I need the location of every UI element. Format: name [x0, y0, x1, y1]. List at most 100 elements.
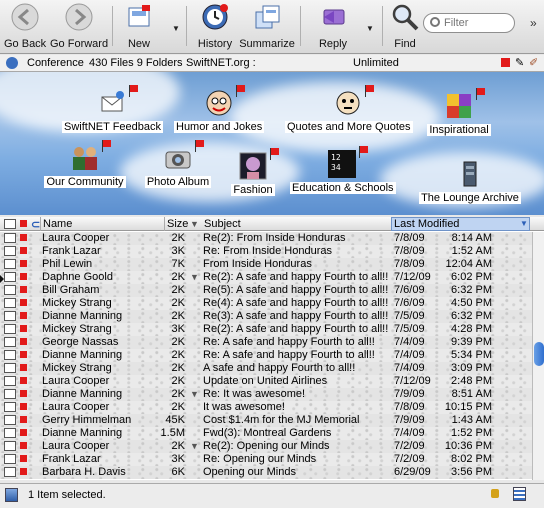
sender-name: Mickey Strang	[42, 362, 112, 374]
message-row[interactable]: George Nassas 2K Re: A safe and happy Fou…	[0, 336, 532, 349]
toolbar-overflow-icon[interactable]: »	[530, 16, 537, 30]
folder-label: Humor and Jokes	[174, 121, 265, 133]
inspirational-icon	[443, 88, 485, 122]
type-column-icon[interactable]	[4, 219, 16, 229]
message-row[interactable]: Barbara H. Davis 6K Opening our Minds 6/29…	[0, 466, 532, 479]
sender-name: Laura Cooper	[42, 375, 110, 387]
message-row[interactable]: Laura Cooper 2K Update on United Airlines 7…	[0, 375, 532, 388]
modified-time: 8:02 PM	[451, 453, 492, 465]
sender-name: Daphne Goold	[42, 271, 113, 283]
sort-descending-icon[interactable]: ▼	[520, 219, 528, 228]
column-divider	[40, 217, 41, 231]
thread-toggle-icon[interactable]: ▼	[190, 219, 199, 229]
message-row[interactable]: Daphne Goold 2K ▼ Re(2): A safe and happy F…	[0, 271, 532, 284]
message-row[interactable]: Laura Cooper 2K ▼ Re(2): Opening our Minds 7…	[0, 440, 532, 453]
filter-input[interactable]	[444, 16, 510, 30]
message-size: 2K	[171, 284, 185, 296]
size-column-header[interactable]: Size	[167, 218, 188, 230]
message-type-icon	[4, 389, 16, 399]
folder-fashion[interactable]: Fashion	[228, 148, 279, 196]
flag-icon	[270, 148, 279, 160]
message-row[interactable]: Dianne Manning 2K Re(3): A safe and happy…	[0, 310, 532, 323]
message-subject: Re: A safe and happy Fourth to all!!	[203, 336, 375, 348]
edit-icon[interactable]: ✐	[529, 56, 538, 69]
folder-label: Education & Schools	[290, 182, 396, 194]
message-row[interactable]: Dianne Manning 1.5M Fwd(3): Montreal Garde…	[0, 427, 532, 440]
message-row[interactable]: Frank Lazar 3K Re: Opening our Minds 7/2/0…	[0, 453, 532, 466]
message-type-icon	[4, 454, 16, 464]
conference-label: Conference	[27, 57, 84, 69]
pencil-icon[interactable]: ✎	[515, 56, 524, 69]
history-button[interactable]: History	[196, 2, 234, 52]
thread-expand-icon[interactable]: ▼	[190, 388, 199, 401]
folder-swiftnet-feedback[interactable]: SwiftNET Feedback	[62, 85, 164, 133]
message-row[interactable]: Mickey Strang 3K Re(2): A safe and happy …	[0, 323, 532, 336]
message-row[interactable]: Mickey Strang 2K Re(4): A safe and happy …	[0, 297, 532, 310]
modified-time: 6:32 PM	[451, 310, 492, 322]
message-size: 1.5M	[160, 427, 185, 439]
message-subject: Re(2): A safe and happy Fourth to all!!	[203, 323, 389, 335]
message-row[interactable]: Laura Cooper 2K Re(2): From Inside Hondur…	[0, 232, 532, 245]
message-size: 2K	[171, 310, 185, 322]
folder-label: SwiftNET Feedback	[62, 121, 164, 133]
modified-time: 12:04 AM	[445, 258, 492, 270]
message-row[interactable]: Bill Graham 2K Re(5): A safe and happy Fo…	[0, 284, 532, 297]
reply-button[interactable]: Reply	[313, 2, 353, 52]
folder-humor-and-jokes[interactable]: Humor and Jokes	[174, 85, 265, 133]
reply-arrow-icon	[323, 9, 345, 25]
new-document-icon	[128, 5, 150, 27]
go-back-button[interactable]: Go Back	[4, 2, 46, 52]
message-row[interactable]: Laura Cooper 2K It was awesome! 7/8/09 10:1…	[0, 401, 532, 414]
summarize-button[interactable]: Summarize	[239, 2, 295, 52]
message-row[interactable]: Phil Lewin 7K From Inside Honduras 7/8/09 1…	[0, 258, 532, 271]
flag-icon[interactable]	[501, 58, 510, 67]
folder-education-and-schools[interactable]: 12 34 Education & Schools	[290, 146, 396, 194]
message-row[interactable]: Mickey Strang 2K A safe and happy Fourth …	[0, 362, 532, 375]
message-rows: Laura Cooper 2K Re(2): From Inside Hondur…	[0, 232, 532, 479]
subject-column-header[interactable]: Subject	[204, 218, 241, 230]
modified-date: 7/8/09	[394, 245, 425, 257]
go-forward-button[interactable]: Go Forward	[50, 2, 108, 52]
find-button[interactable]: Find	[388, 2, 422, 52]
folder-the-lounge-archive[interactable]: The Lounge Archive	[418, 158, 522, 204]
flag-icon	[364, 85, 374, 97]
message-type-icon	[4, 350, 16, 360]
message-row[interactable]: Dianne Manning 2K ▼ Re: It was awesome! 7/9/…	[0, 388, 532, 401]
modified-date: 7/4/09	[394, 427, 425, 439]
folder-photo-album[interactable]: Photo Album	[143, 140, 213, 188]
modified-time: 3:56 PM	[451, 466, 492, 478]
folder-inspirational[interactable]: Inspirational	[424, 88, 494, 136]
last-modified-column-header[interactable]: Last Modified	[394, 218, 459, 230]
row-pointer-icon	[0, 275, 4, 283]
list-view-icon[interactable]	[513, 487, 526, 501]
vertical-scrollbar[interactable]	[532, 232, 544, 480]
new-dropdown-icon[interactable]: ▼	[172, 24, 180, 33]
name-column-header[interactable]: Name	[43, 218, 72, 230]
message-size: 45K	[165, 414, 185, 426]
flag-icon	[20, 429, 27, 436]
message-row[interactable]: Gerry Himmelman 45K Cost $1.4m for the MJ …	[0, 414, 532, 427]
message-row[interactable]: Dianne Manning 2K Re: A safe and happy Fo…	[0, 349, 532, 362]
sender-name: Bill Graham	[42, 284, 100, 296]
modified-time: 5:34 PM	[451, 349, 492, 361]
thread-expand-icon[interactable]: ▼	[190, 271, 199, 284]
view-toggle-icon[interactable]	[5, 488, 18, 502]
flag-column-icon[interactable]	[20, 220, 27, 227]
folder-our-community[interactable]: Our Community	[40, 140, 130, 188]
flag-icon	[20, 455, 27, 462]
modified-date: 7/4/09	[394, 336, 425, 348]
message-row[interactable]: Frank Lazar 3K Re: From Inside Honduras 7/…	[0, 245, 532, 258]
flag-icon	[20, 338, 27, 345]
scroll-thumb[interactable]	[534, 342, 544, 366]
lock-icon[interactable]	[491, 489, 499, 498]
folder-quotes-and-more-quotes[interactable]: Quotes and More Quotes	[285, 85, 413, 133]
thread-expand-icon[interactable]: ▼	[190, 440, 199, 453]
flag-icon	[20, 286, 27, 293]
flag-icon	[20, 299, 27, 306]
new-button[interactable]: New	[120, 2, 158, 52]
filter-field[interactable]	[423, 13, 515, 33]
message-type-icon	[4, 233, 16, 243]
flag-icon	[20, 416, 27, 423]
attachment-column-icon[interactable]: ⊂	[31, 218, 40, 231]
reply-dropdown-icon[interactable]: ▼	[366, 24, 374, 33]
